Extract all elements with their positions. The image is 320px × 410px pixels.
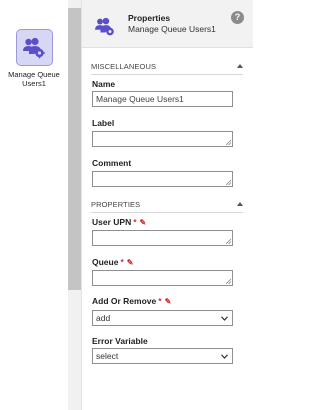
- name-label: Name: [92, 79, 116, 89]
- comment-textarea[interactable]: [92, 171, 233, 187]
- panel-title: Properties: [128, 13, 171, 23]
- activity-label: Manage Queue Users1: [8, 70, 60, 88]
- section-properties[interactable]: PROPERTIES: [91, 200, 243, 213]
- required-marker: *: [133, 217, 137, 227]
- section-label: PROPERTIES: [91, 200, 141, 209]
- queue-label-text: Queue: [92, 257, 119, 267]
- collapse-caret-icon[interactable]: [237, 64, 243, 68]
- designer-canvas: Manage Queue Users1: [0, 0, 68, 410]
- resize-handle-icon[interactable]: [226, 279, 231, 284]
- pencil-icon[interactable]: ✎: [165, 297, 172, 306]
- required-marker: *: [120, 257, 124, 267]
- section-miscellaneous[interactable]: MISCELLANEOUS: [91, 62, 243, 75]
- resize-handle-icon[interactable]: [226, 140, 231, 145]
- scrollbar-thumb[interactable]: [68, 8, 81, 290]
- section-label: MISCELLANEOUS: [91, 62, 157, 71]
- user-upn-textarea[interactable]: [92, 230, 233, 246]
- error-variable-value: select: [96, 351, 119, 361]
- add-or-remove-label-text: Add Or Remove: [92, 296, 157, 306]
- panel-subtitle: Manage Queue Users1: [128, 24, 216, 34]
- user-upn-label-text: User UPN: [92, 217, 132, 227]
- add-or-remove-select[interactable]: add: [92, 310, 233, 326]
- label-textarea[interactable]: [92, 131, 233, 147]
- add-or-remove-label: Add Or Remove * ✎: [92, 296, 171, 306]
- collapse-caret-icon[interactable]: [237, 202, 243, 206]
- pencil-icon[interactable]: ✎: [140, 218, 147, 227]
- name-input[interactable]: Manage Queue Users1: [92, 91, 233, 107]
- help-icon[interactable]: ?: [231, 11, 244, 24]
- queue-label: Queue * ✎: [92, 257, 133, 267]
- user-upn-label: User UPN * ✎: [92, 217, 146, 227]
- panel-header: Properties Manage Queue Users1 ?: [82, 0, 253, 48]
- resize-handle-icon[interactable]: [226, 180, 231, 185]
- error-variable-select[interactable]: select: [92, 348, 233, 364]
- label-label: Label: [92, 118, 115, 128]
- comment-label: Comment: [92, 158, 132, 168]
- chevron-down-icon: [221, 316, 228, 321]
- error-variable-label: Error Variable: [92, 336, 148, 346]
- queue-textarea[interactable]: [92, 270, 233, 286]
- add-or-remove-value: add: [96, 313, 111, 323]
- pencil-icon[interactable]: ✎: [127, 258, 134, 267]
- chevron-down-icon: [221, 354, 228, 359]
- properties-panel: Properties Manage Queue Users1 ? MISCELL…: [81, 0, 253, 410]
- users-gear-icon: [92, 14, 118, 40]
- activity-manage-queue-users[interactable]: Manage Queue Users1: [5, 29, 63, 88]
- required-marker: *: [158, 296, 162, 306]
- users-gear-icon: [15, 29, 53, 66]
- resize-handle-icon[interactable]: [226, 239, 231, 244]
